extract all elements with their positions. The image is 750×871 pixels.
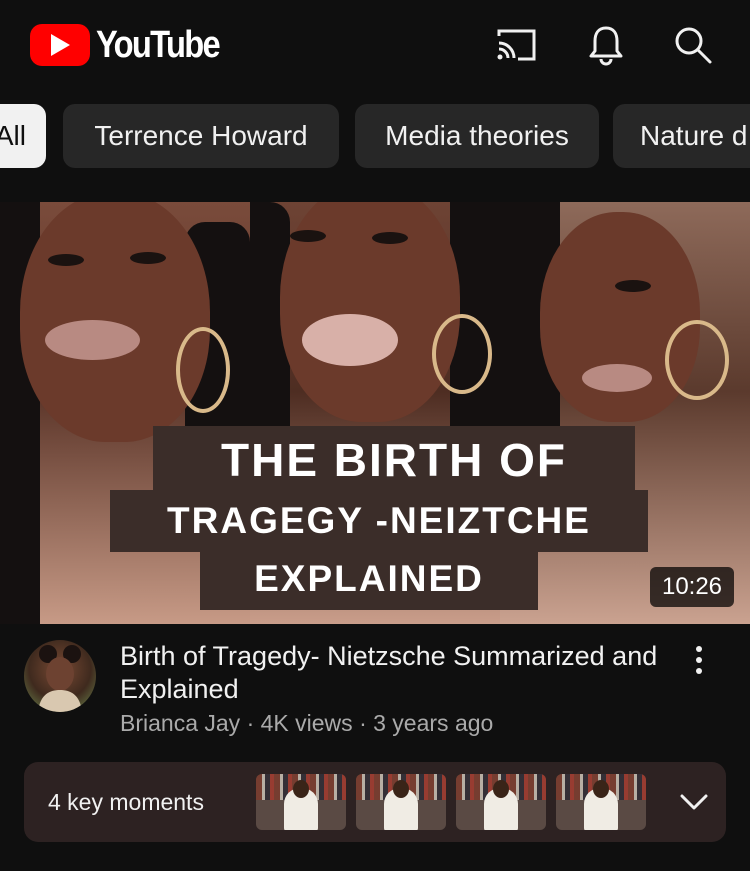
top-bar: YouTube <box>0 0 750 88</box>
thumbnail-caption-line-2: TRAGEGY -NEIZTCHE <box>110 490 648 552</box>
thumbnail-caption-line-3: EXPLAINED <box>200 548 538 610</box>
chevron-down-icon[interactable] <box>674 782 714 822</box>
play-logo-icon <box>30 24 90 66</box>
more-options-icon[interactable] <box>684 640 714 680</box>
chip-all[interactable]: All <box>0 104 46 168</box>
filter-chips: All Terrence Howard Media theories Natur… <box>0 104 750 170</box>
separator-dot: · <box>246 710 261 736</box>
view-count: 4K views <box>260 710 353 736</box>
upload-age: 3 years ago <box>373 710 494 736</box>
key-moment-thumbnail[interactable] <box>356 774 446 830</box>
separator-dot: · <box>359 710 374 736</box>
channel-avatar[interactable] <box>24 640 96 712</box>
key-moment-thumbnail[interactable] <box>556 774 646 830</box>
search-icon[interactable] <box>670 22 716 68</box>
logo-text: YouTube <box>96 23 221 66</box>
video-meta: Birth of Tragedy- Nietzsche Summarized a… <box>0 624 750 754</box>
bell-icon[interactable] <box>583 22 629 68</box>
key-moment-thumbnail[interactable] <box>456 774 546 830</box>
thumbnail-caption-line-1: THE BIRTH OF <box>153 426 635 494</box>
chip-nature[interactable]: Nature d <box>613 104 750 168</box>
key-moment-thumbnail[interactable] <box>256 774 346 830</box>
chip-media-theories[interactable]: Media theories <box>355 104 599 168</box>
youtube-logo[interactable]: YouTube <box>30 22 239 68</box>
key-moments-bar[interactable]: 4 key moments <box>24 762 726 842</box>
video-subtitle: Brianca Jay · 4K views · 3 years ago <box>120 710 493 737</box>
channel-name[interactable]: Brianca Jay <box>120 710 240 736</box>
video-title[interactable]: Birth of Tragedy- Nietzsche Summarized a… <box>120 640 660 706</box>
chip-terrence-howard[interactable]: Terrence Howard <box>63 104 339 168</box>
cast-icon[interactable] <box>493 22 539 68</box>
key-moments-label: 4 key moments <box>48 788 204 815</box>
video-thumbnail[interactable]: THE BIRTH OF TRAGEGY -NEIZTCHE EXPLAINED <box>0 202 750 624</box>
duration-badge: 10:26 <box>650 567 734 607</box>
